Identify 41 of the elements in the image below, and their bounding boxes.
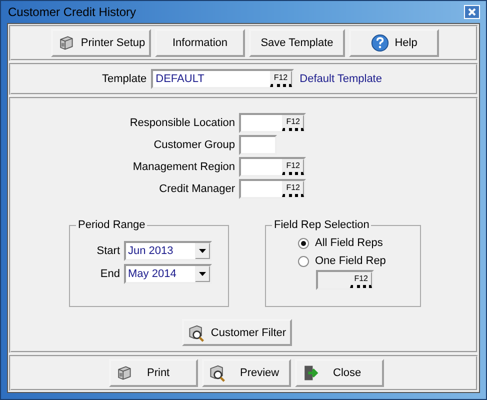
group-title: Period Range: [77, 219, 146, 231]
template-description: Default Template: [300, 73, 382, 85]
magnifier-icon: [186, 324, 205, 342]
field-label: Management Region: [132, 161, 235, 173]
toolbar-button[interactable]: Information: [155, 29, 245, 57]
close-icon: [468, 8, 476, 16]
lookup-button[interactable]: F12: [350, 272, 372, 288]
field-label: Start: [96, 245, 120, 257]
month-dropdown[interactable]: May 2014: [124, 264, 212, 284]
template-field[interactable]: DEFAULT F12: [150, 69, 294, 89]
lookup-button[interactable]: F12: [270, 71, 292, 87]
field-label: Customer Group: [152, 139, 235, 151]
template-label: Template: [102, 73, 147, 85]
toolbar-button[interactable]: Printer Setup: [51, 29, 151, 57]
customer-filter-button[interactable]: Customer Filter: [182, 319, 292, 346]
radio-option[interactable]: One Field Rep: [298, 255, 414, 267]
window-title: Customer Credit History: [7, 5, 136, 19]
help-icon: [370, 34, 389, 52]
lookup-button[interactable]: F12: [282, 159, 304, 175]
field-label: Credit Manager: [158, 183, 235, 195]
magnifier-icon: [208, 364, 226, 382]
toolbar-button[interactable]: Save Template: [249, 29, 345, 57]
close-button[interactable]: [464, 5, 480, 19]
input-field[interactable]: [239, 135, 277, 155]
toolbar-button[interactable]: Help: [349, 29, 439, 57]
input-field[interactable]: F12: [239, 179, 306, 199]
input-field[interactable]: F12: [239, 113, 306, 133]
footer-button[interactable]: Preview: [202, 359, 291, 387]
field-label: End: [99, 268, 120, 280]
dropdown-arrow-icon: [199, 249, 206, 253]
lookup-button[interactable]: F12: [282, 115, 304, 131]
footer-button[interactable]: Print: [109, 359, 198, 387]
input-field[interactable]: F12: [239, 157, 306, 177]
footer-button[interactable]: Close: [295, 359, 384, 387]
month-dropdown[interactable]: Jun 2013: [124, 241, 212, 261]
lookup-button[interactable]: F12: [282, 181, 304, 197]
field-label: Responsible Location: [128, 117, 235, 129]
radio-option[interactable]: All Field Reps: [298, 237, 414, 249]
dropdown-arrow-icon: [199, 272, 206, 276]
group-title: Field Rep Selection: [273, 219, 370, 231]
printer-icon: [115, 364, 133, 382]
